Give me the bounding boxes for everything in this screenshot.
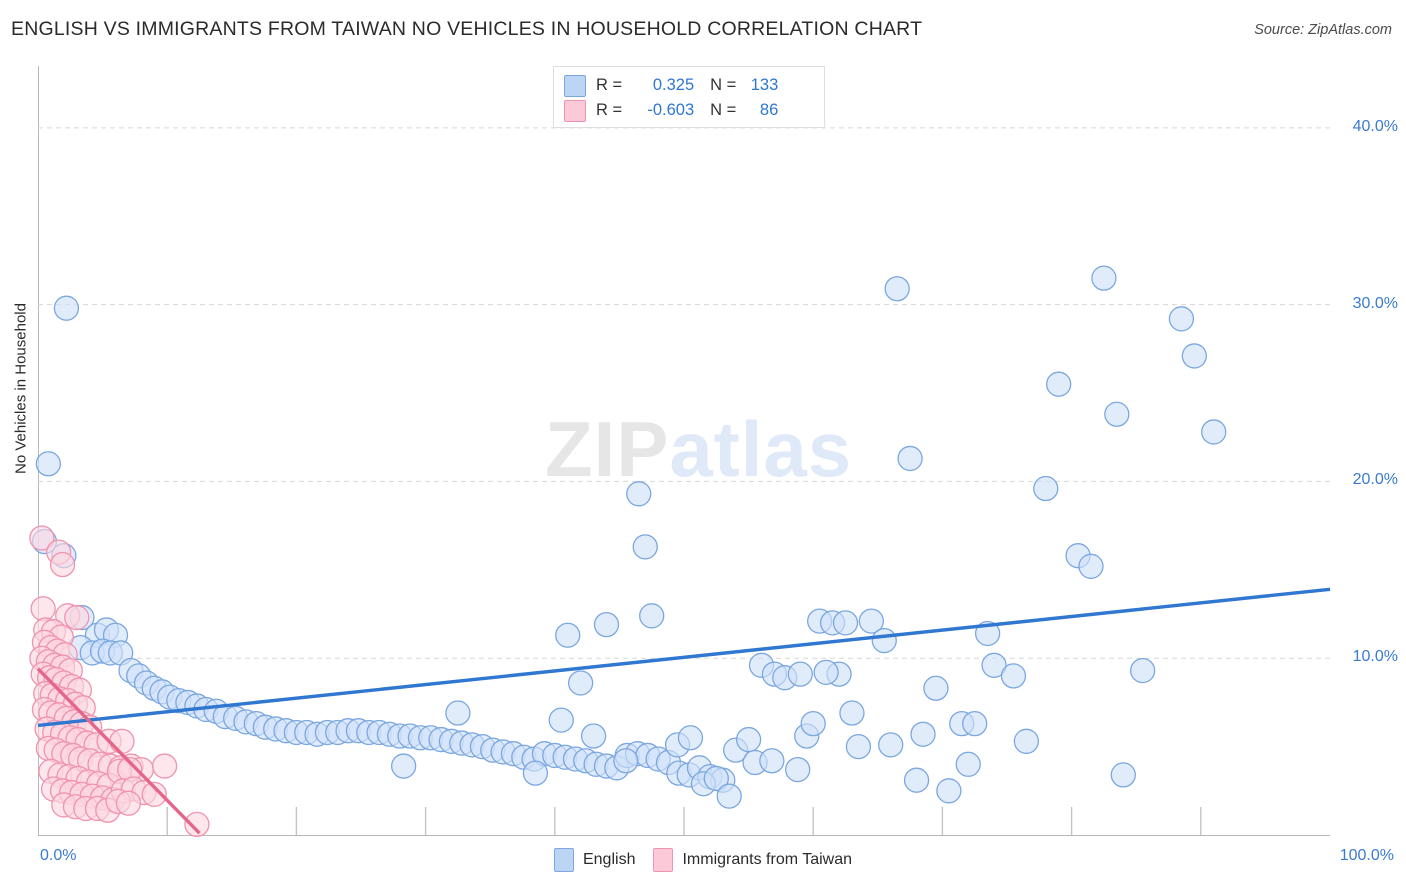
- y-axis-tick-label: 30.0%: [1352, 294, 1398, 312]
- legend-chip-taiwan: [653, 848, 674, 872]
- correlation-chart: ENGLISH VS IMMIGRANTS FROM TAIWAN NO VEH…: [0, 0, 1406, 892]
- y-axis-tick-label: 10.0%: [1352, 648, 1398, 666]
- legend-swatch-english: [564, 74, 586, 97]
- legend-chip-english: [553, 848, 574, 872]
- r-label-taiwan: R =: [596, 101, 623, 119]
- correlation-legend: R = 0.325 N = 133 R = -0.603 N = 86: [553, 66, 825, 128]
- x-axis-line: [38, 835, 1330, 836]
- n-label-english: N =: [710, 76, 737, 94]
- legend-item-english[interactable]: English: [553, 848, 636, 872]
- x-axis-ticks: [166, 807, 1202, 835]
- y-axis-tick-label: 20.0%: [1352, 471, 1398, 489]
- legend-label-english: English: [582, 851, 636, 868]
- y-axis-title: No Vehicles in Household: [12, 303, 30, 474]
- n-label-taiwan: N =: [710, 101, 737, 119]
- series-legend: English Immigrants from Taiwan: [0, 848, 1406, 872]
- page-title: ENGLISH VS IMMIGRANTS FROM TAIWAN NO VEH…: [11, 18, 923, 40]
- n-value-taiwan: 86: [759, 101, 779, 119]
- r-value-taiwan: -0.603: [647, 101, 695, 119]
- n-value-english: 133: [750, 76, 779, 94]
- r-value-english: 0.325: [652, 76, 695, 94]
- plot-area: [29, 66, 1331, 838]
- r-label-english: R =: [596, 76, 623, 94]
- legend-swatch-taiwan: [564, 99, 586, 122]
- source-attribution: Source: ZipAtlas.com: [1254, 22, 1392, 38]
- y-axis-tick-label: 40.0%: [1352, 117, 1398, 135]
- correlation-row-english: R = 0.325 N = 133: [564, 73, 814, 98]
- legend-label-taiwan: Immigrants from Taiwan: [682, 851, 852, 868]
- legend-item-taiwan[interactable]: Immigrants from Taiwan: [653, 848, 852, 872]
- correlation-row-taiwan: R = -0.603 N = 86: [564, 98, 814, 123]
